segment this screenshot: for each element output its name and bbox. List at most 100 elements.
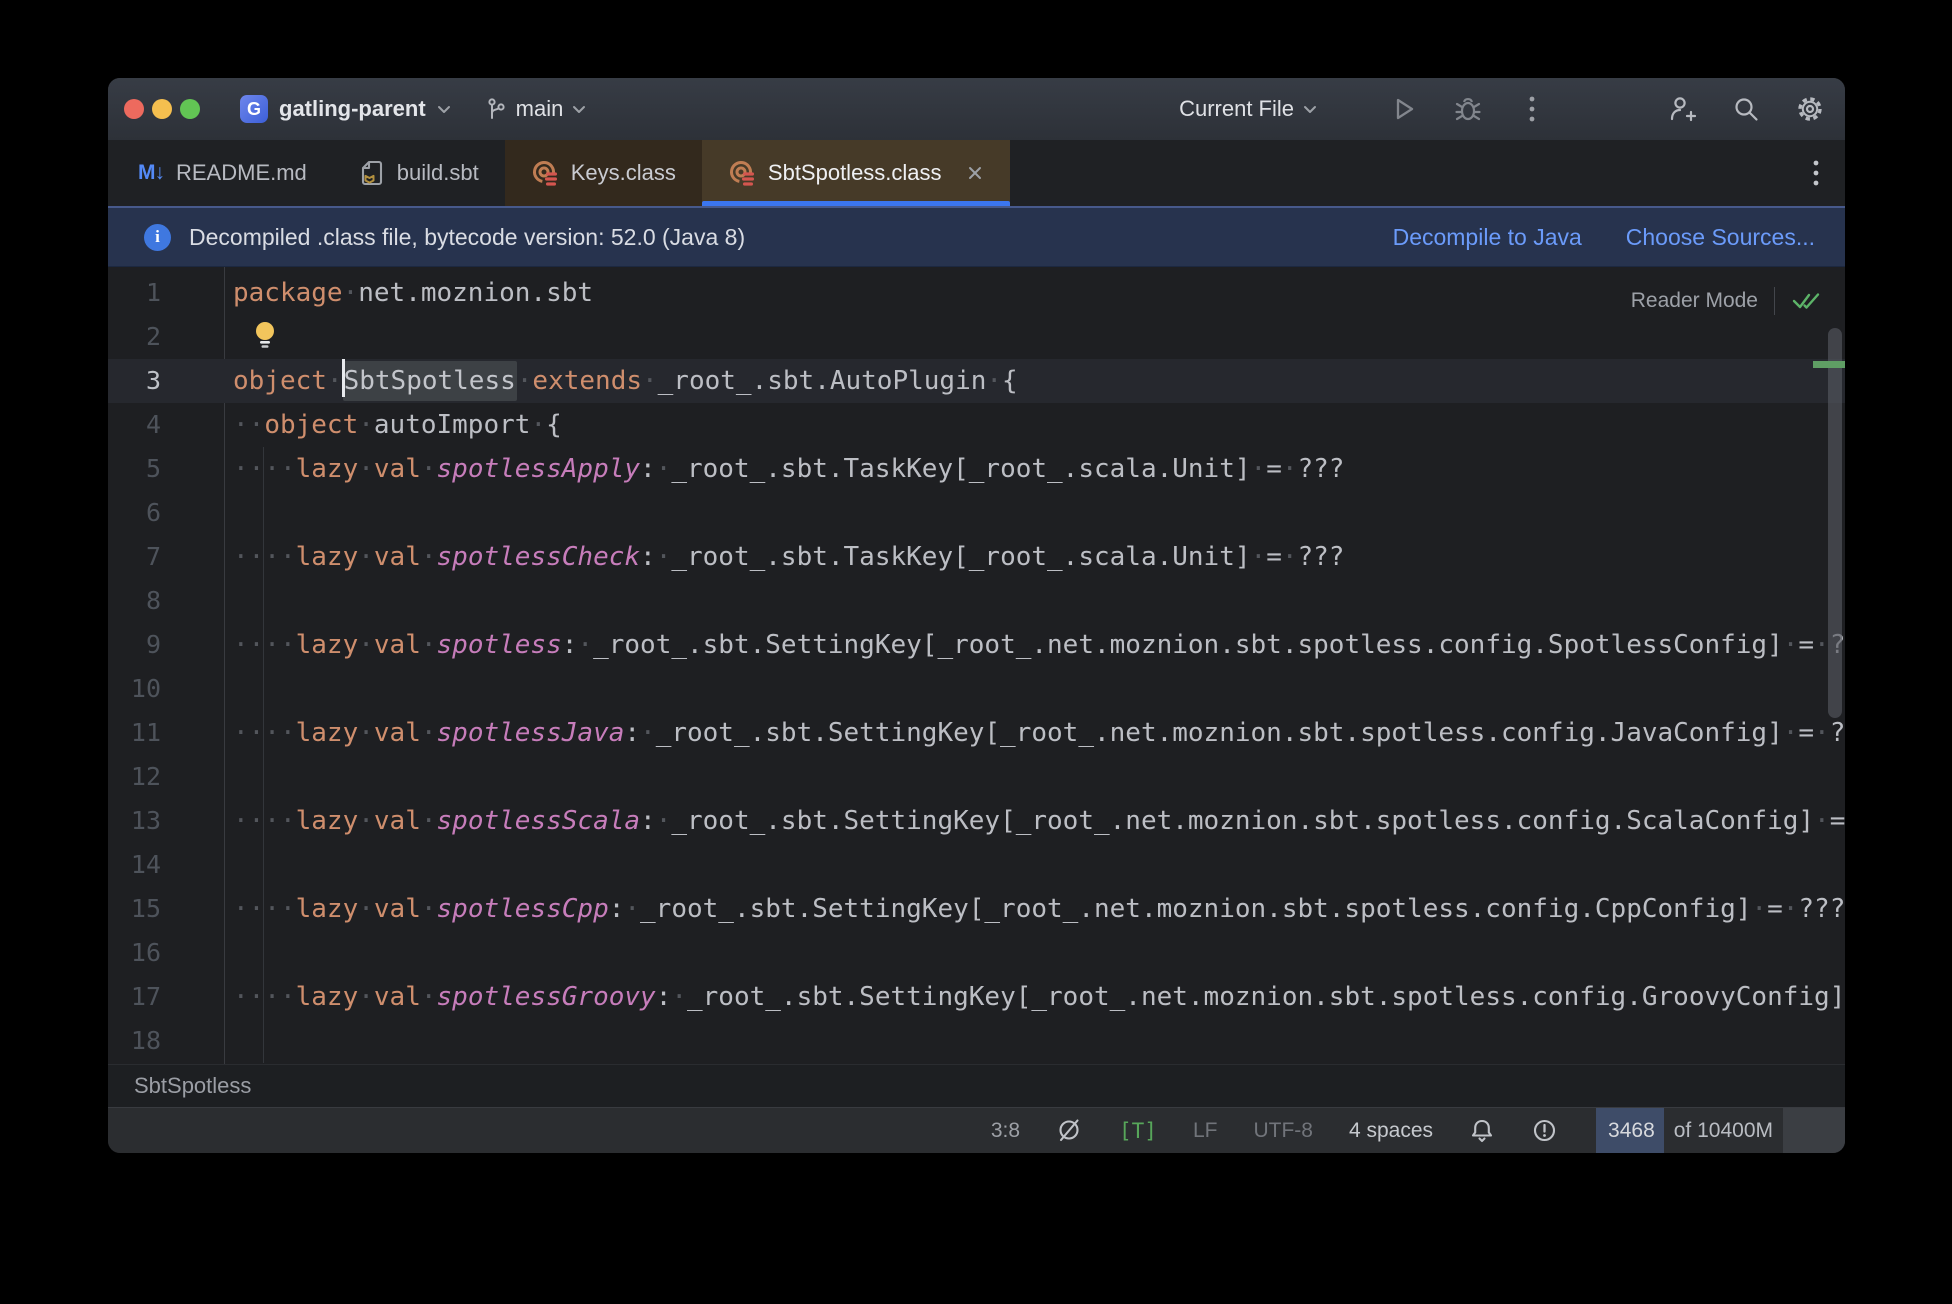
- line-number[interactable]: 3: [108, 359, 224, 403]
- code-line-text: ····lazy·val·spotlessCheck:·_root_.sbt.T…: [233, 542, 1345, 572]
- reader-mode-label: Reader Mode: [1630, 289, 1758, 312]
- line-number[interactable]: 10: [108, 667, 224, 711]
- code-line[interactable]: 16: [108, 931, 1845, 975]
- breadcrumb-bar: SbtSpotless: [108, 1064, 1845, 1107]
- tab-keys-class[interactable]: Keys.class: [504, 140, 702, 206]
- minimize-window-button[interactable]: [152, 99, 172, 119]
- line-number[interactable]: 13: [108, 799, 224, 843]
- close-window-button[interactable]: [124, 99, 144, 119]
- line-number[interactable]: 16: [108, 931, 224, 975]
- line-number[interactable]: 6: [108, 491, 224, 535]
- code-line[interactable]: 5 ····lazy·val·spotlessApply:·_root_.sbt.…: [108, 447, 1845, 491]
- line-number[interactable]: 4: [108, 403, 224, 447]
- code-line-text: ····lazy·val·spotlessScala:·_root_.sbt.S…: [233, 806, 1845, 836]
- tab-label: build.sbt: [396, 160, 479, 185]
- code-line-text: ··object·autoImport·{: [233, 410, 562, 440]
- problems-widget[interactable]: [1531, 1108, 1558, 1153]
- choose-sources-link[interactable]: Choose Sources...: [1626, 224, 1815, 251]
- line-number[interactable]: 18: [108, 1019, 224, 1063]
- notifications-button[interactable]: [1469, 1108, 1495, 1153]
- line-number[interactable]: 5: [108, 447, 224, 491]
- line-number[interactable]: 2: [108, 315, 224, 359]
- line-number[interactable]: 17: [108, 975, 224, 1019]
- code-line[interactable]: 13 ····lazy·val·spotlessScala:·_root_.sbt…: [108, 799, 1845, 843]
- zoom-window-button[interactable]: [180, 99, 200, 119]
- close-tab-button[interactable]: [966, 164, 984, 182]
- code-line[interactable]: 6: [108, 491, 1845, 535]
- decompiler-banner: i Decompiled .class file, bytecode versi…: [108, 206, 1845, 267]
- line-number[interactable]: 12: [108, 755, 224, 799]
- code-line[interactable]: 7 ····lazy·val·spotlessCheck:·_root_.sbt.…: [108, 535, 1845, 579]
- line-number[interactable]: 7: [108, 535, 224, 579]
- decompile-to-java-link[interactable]: Decompile to Java: [1393, 224, 1582, 251]
- run-button[interactable]: [1389, 94, 1419, 124]
- memory-total: of 10400M: [1673, 1118, 1773, 1142]
- project-widget[interactable]: G gatling-parent: [240, 95, 451, 123]
- markdown-icon: M↓: [138, 161, 165, 184]
- code-with-me-button[interactable]: [1667, 94, 1697, 124]
- code-line[interactable]: 14: [108, 843, 1845, 887]
- line-number[interactable]: 8: [108, 579, 224, 623]
- chevron-down-icon: [1304, 105, 1316, 113]
- more-icon: [1529, 96, 1535, 122]
- tab-label: README.md: [176, 160, 307, 185]
- line-number[interactable]: 1: [108, 271, 224, 315]
- code-line[interactable]: 18: [108, 1019, 1845, 1063]
- settings-gear-icon: [1798, 97, 1822, 121]
- code-line-text: [224, 491, 233, 535]
- more-actions-button[interactable]: [1517, 94, 1547, 124]
- code-line-text: object·SbtSpotless·extends·_root_.sbt.Au…: [224, 359, 1018, 403]
- banner-message: Decompiled .class file, bytecode version…: [189, 223, 746, 250]
- search-everywhere-button[interactable]: [1731, 94, 1761, 124]
- code-line[interactable]: 12: [108, 755, 1845, 799]
- code-line[interactable]: 10: [108, 667, 1845, 711]
- tab-list-button[interactable]: [1813, 160, 1819, 186]
- memory-indicator[interactable]: 3468 of 10400M: [1596, 1108, 1845, 1153]
- vcs-branch-widget[interactable]: main: [485, 96, 587, 122]
- code-line[interactable]: 1 package·net.moznion.sbt: [108, 271, 1845, 315]
- vertical-scrollbar[interactable]: [1828, 328, 1842, 718]
- caret-position-widget[interactable]: 3:8: [991, 1108, 1020, 1153]
- translation-widget[interactable]: [T]: [1119, 1108, 1157, 1153]
- chevron-down-icon: [437, 105, 450, 113]
- code-line[interactable]: 11 ····lazy·val·spotlessJava:·_root_.sbt.…: [108, 711, 1845, 755]
- run-configuration-selector[interactable]: Current File: [1179, 96, 1317, 122]
- code-line-text: ····lazy·val·spotlessCpp:·_root_.sbt.Set…: [233, 894, 1845, 924]
- tab-label: SbtSpotless.class: [767, 160, 942, 185]
- tab-readme-md[interactable]: M↓ README.md: [112, 140, 333, 206]
- line-number[interactable]: 9: [108, 623, 224, 667]
- breadcrumb-item[interactable]: SbtSpotless: [134, 1073, 251, 1099]
- code-line[interactable]: 2: [108, 315, 1845, 359]
- code-line[interactable]: 15 ····lazy·val·spotlessCpp:·_root_.sbt.S…: [108, 887, 1845, 931]
- code-line-text: [224, 843, 233, 887]
- intention-bulb-icon[interactable]: [253, 320, 277, 350]
- line-ending-widget[interactable]: LF: [1193, 1108, 1218, 1153]
- encoding-widget[interactable]: UTF-8: [1253, 1108, 1313, 1153]
- highlighting-level-widget[interactable]: [1056, 1108, 1083, 1153]
- code-line-text: [224, 667, 233, 711]
- run-icon: [1396, 98, 1414, 120]
- project-name: gatling-parent: [279, 96, 426, 121]
- code-line-text: package·net.moznion.sbt: [233, 278, 594, 308]
- indent-widget[interactable]: 4 spaces: [1349, 1108, 1433, 1153]
- code-line[interactable]: 4 ··object·autoImport·{: [108, 403, 1845, 447]
- line-number[interactable]: 14: [108, 843, 224, 887]
- error-stripe-mark[interactable]: [1813, 361, 1845, 368]
- code-line[interactable]: 3 object·SbtSpotless·extends·_root_.sbt.A…: [108, 359, 1845, 403]
- line-number[interactable]: 15: [108, 887, 224, 931]
- line-number[interactable]: 11: [108, 711, 224, 755]
- run-configuration-name: Current File: [1179, 96, 1294, 121]
- code-line-text: [224, 579, 233, 623]
- code-line[interactable]: 8: [108, 579, 1845, 623]
- debug-button[interactable]: [1453, 94, 1483, 124]
- editor-tab-bar: M↓ README.md build.sbt Keys.class SbtSpo…: [108, 140, 1845, 206]
- tab-sbtspotless-class[interactable]: SbtSpotless.class: [701, 140, 1010, 206]
- branch-name: main: [515, 96, 564, 121]
- code-line[interactable]: 17 ····lazy·val·spotlessGroovy:·_root_.sb…: [108, 975, 1845, 1019]
- tab-build-sbt[interactable]: build.sbt: [333, 140, 505, 206]
- code-editor[interactable]: 1 package·net.moznion.sbt 2 3 object·SbtSpo…: [108, 267, 1845, 1064]
- settings-button[interactable]: [1795, 94, 1825, 124]
- inspections-ok-icon[interactable]: [1791, 290, 1821, 312]
- code-line[interactable]: 9 ····lazy·val·spotless:·_root_.sbt.Setti…: [108, 623, 1845, 667]
- code-line-text: ····lazy·val·spotlessGroovy:·_root_.sbt.…: [233, 982, 1845, 1012]
